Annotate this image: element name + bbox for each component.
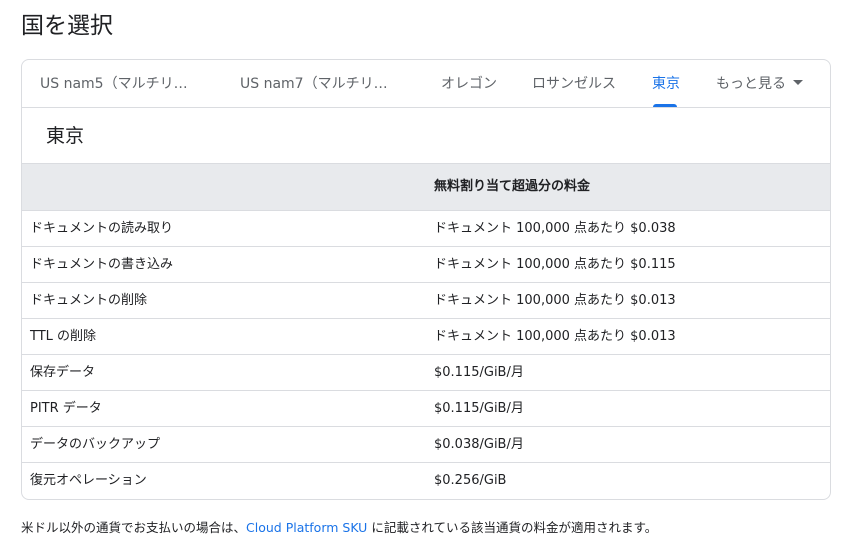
pricing-table: 無料割り当て超過分の料金 ドキュメントの読み取り ドキュメント 100,000 … [22, 163, 830, 499]
column-header-price: 無料割り当て超過分の料金 [434, 179, 591, 194]
tab-los-angeles[interactable]: ロサンゼルス [532, 60, 632, 108]
row-price: $0.038/GiB/月 [434, 437, 524, 452]
row-label: ドキュメントの削除 [30, 293, 148, 308]
cloud-platform-sku-link[interactable]: Cloud Platform SKU [246, 520, 367, 535]
table-row: ドキュメントの削除 ドキュメント 100,000 点あたり $0.013 [22, 283, 830, 319]
footnote-text-before: 米ドル以外の通貨でお支払いの場合は、 [21, 520, 247, 535]
region-tabs: US nam5（マルチリージョン） US nam7（マルチリージョン） オレゴン… [22, 60, 830, 108]
footnote-text-after: に記載されている該当通貨の料金が適用されます。 [367, 520, 658, 535]
page-title: 国を選択 [21, 13, 113, 39]
currency-footnote: 米ドル以外の通貨でお支払いの場合は、Cloud Platform SKU に記載… [21, 518, 657, 538]
table-row: 保存データ $0.115/GiB/月 [22, 355, 830, 391]
more-tabs-label: もっと見る [716, 76, 786, 92]
row-label: ドキュメントの読み取り [30, 221, 174, 236]
table-row: 復元オペレーション $0.256/GiB [22, 463, 830, 499]
row-price: ドキュメント 100,000 点あたり $0.013 [434, 293, 676, 308]
more-tabs-button[interactable]: もっと見る [716, 60, 826, 108]
row-label: 復元オペレーション [30, 473, 147, 488]
row-price: $0.115/GiB/月 [434, 365, 524, 380]
row-label: TTL の削除 [30, 329, 97, 344]
tab-us-nam7[interactable]: US nam7（マルチリージョン） [240, 60, 400, 108]
table-row: ドキュメントの読み取り ドキュメント 100,000 点あたり $0.038 [22, 211, 830, 247]
active-tab-indicator [653, 104, 677, 107]
row-price: ドキュメント 100,000 点あたり $0.013 [434, 329, 676, 344]
tab-oregon[interactable]: オレゴン [441, 60, 521, 108]
row-label: 保存データ [30, 365, 96, 380]
caret-down-icon [793, 79, 803, 85]
pricing-card: US nam5（マルチリージョン） US nam7（マルチリージョン） オレゴン… [21, 59, 831, 500]
row-label: PITR データ [30, 401, 102, 416]
table-row: PITR データ $0.115/GiB/月 [22, 391, 830, 427]
table-header: 無料割り当て超過分の料金 [22, 163, 830, 211]
table-row: データのバックアップ $0.038/GiB/月 [22, 427, 830, 463]
tab-tokyo[interactable]: 東京 [652, 60, 692, 108]
row-price: $0.256/GiB [434, 473, 507, 488]
table-row: ドキュメントの書き込み ドキュメント 100,000 点あたり $0.115 [22, 247, 830, 283]
row-label: ドキュメントの書き込み [30, 257, 174, 272]
row-price: ドキュメント 100,000 点あたり $0.115 [434, 257, 676, 272]
section-title: 東京 [46, 125, 85, 147]
row-label: データのバックアップ [30, 437, 161, 452]
tab-us-nam5[interactable]: US nam5（マルチリージョン） [40, 60, 200, 108]
table-row: TTL の削除 ドキュメント 100,000 点あたり $0.013 [22, 319, 830, 355]
row-price: ドキュメント 100,000 点あたり $0.038 [434, 221, 676, 236]
row-price: $0.115/GiB/月 [434, 401, 524, 416]
